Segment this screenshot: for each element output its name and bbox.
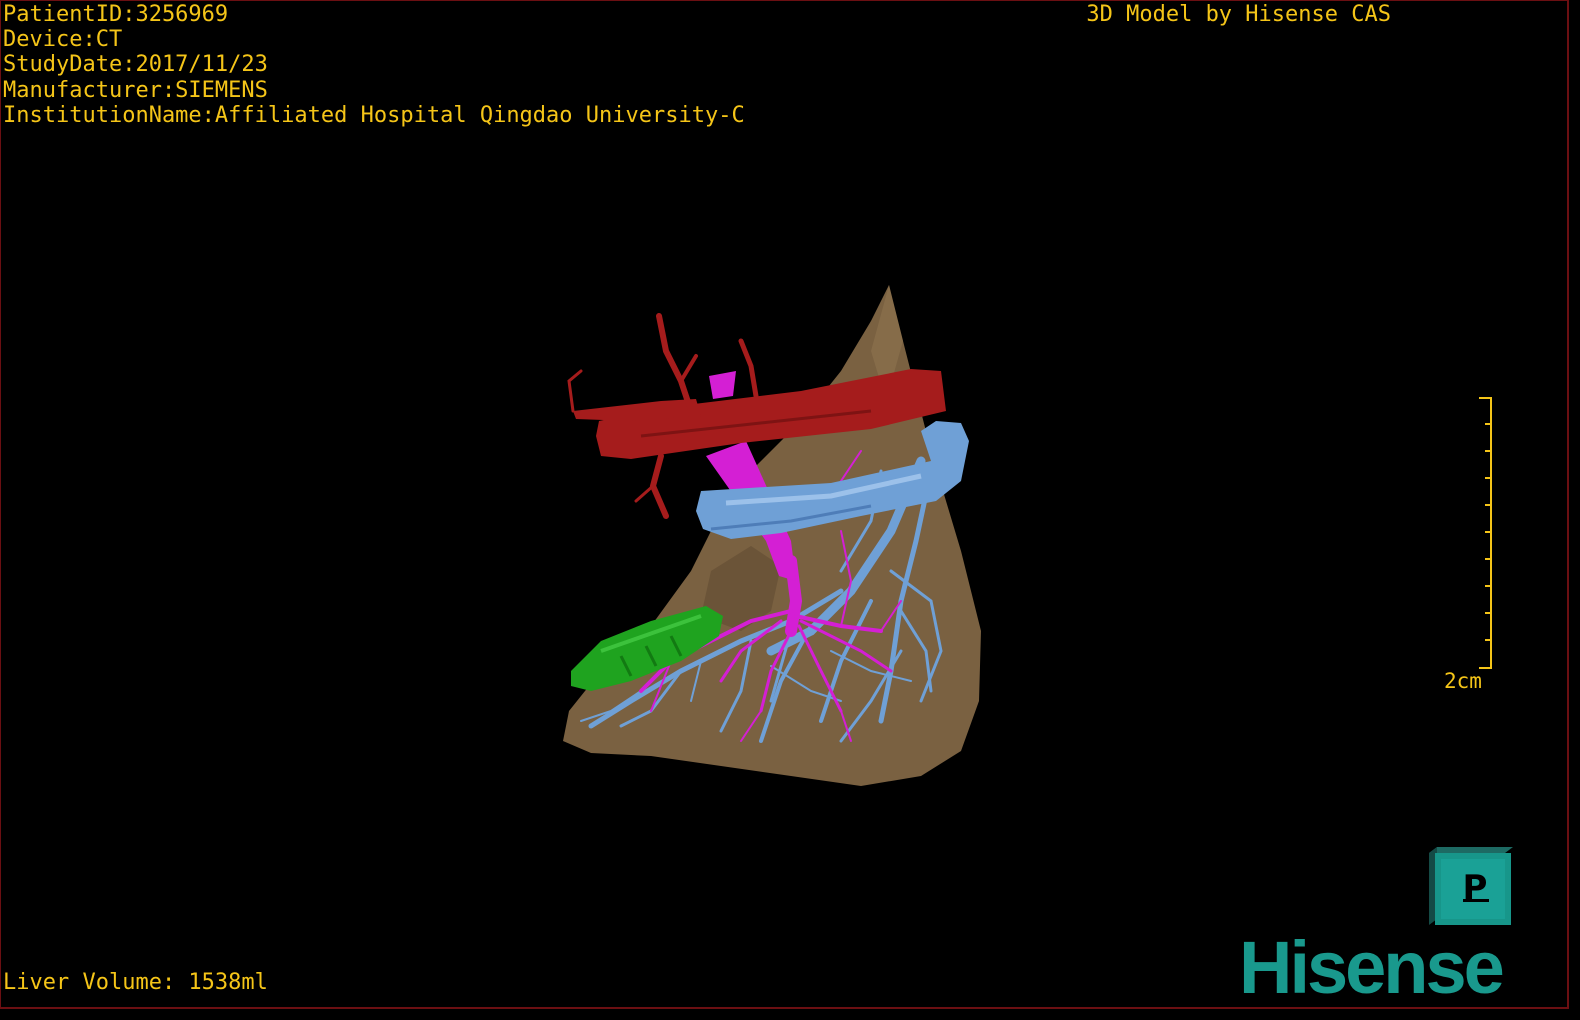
liver-3d-model[interactable] bbox=[541, 271, 1001, 811]
scale-bar-icon bbox=[1479, 397, 1492, 669]
3d-viewport[interactable]: PatientID:3256969 Device:CT StudyDate:20… bbox=[0, 0, 1569, 1009]
patient-id-text: PatientID:3256969 bbox=[3, 2, 229, 27]
dicom-info-overlay: PatientID:3256969 Device:CT StudyDate:20… bbox=[3, 2, 745, 128]
portal-vein-stub bbox=[709, 371, 736, 399]
device-text: Device:CT bbox=[3, 27, 123, 53]
liver-volume-text: Liver Volume: 1538ml bbox=[3, 970, 268, 995]
manufacturer-text: Manufacturer:SIEMENS bbox=[3, 77, 268, 103]
institution-text: InstitutionName:Affiliated Hospital Qing… bbox=[3, 102, 745, 128]
brand-logo: Hisense bbox=[1239, 926, 1505, 1009]
scale-label: 2cm bbox=[1444, 669, 1482, 693]
orientation-cube-icon[interactable]: P bbox=[1429, 847, 1513, 927]
study-date-text: StudyDate:2017/11/23 bbox=[3, 52, 268, 78]
model-credit-text: 3D Model by Hisense CAS bbox=[1086, 2, 1391, 27]
